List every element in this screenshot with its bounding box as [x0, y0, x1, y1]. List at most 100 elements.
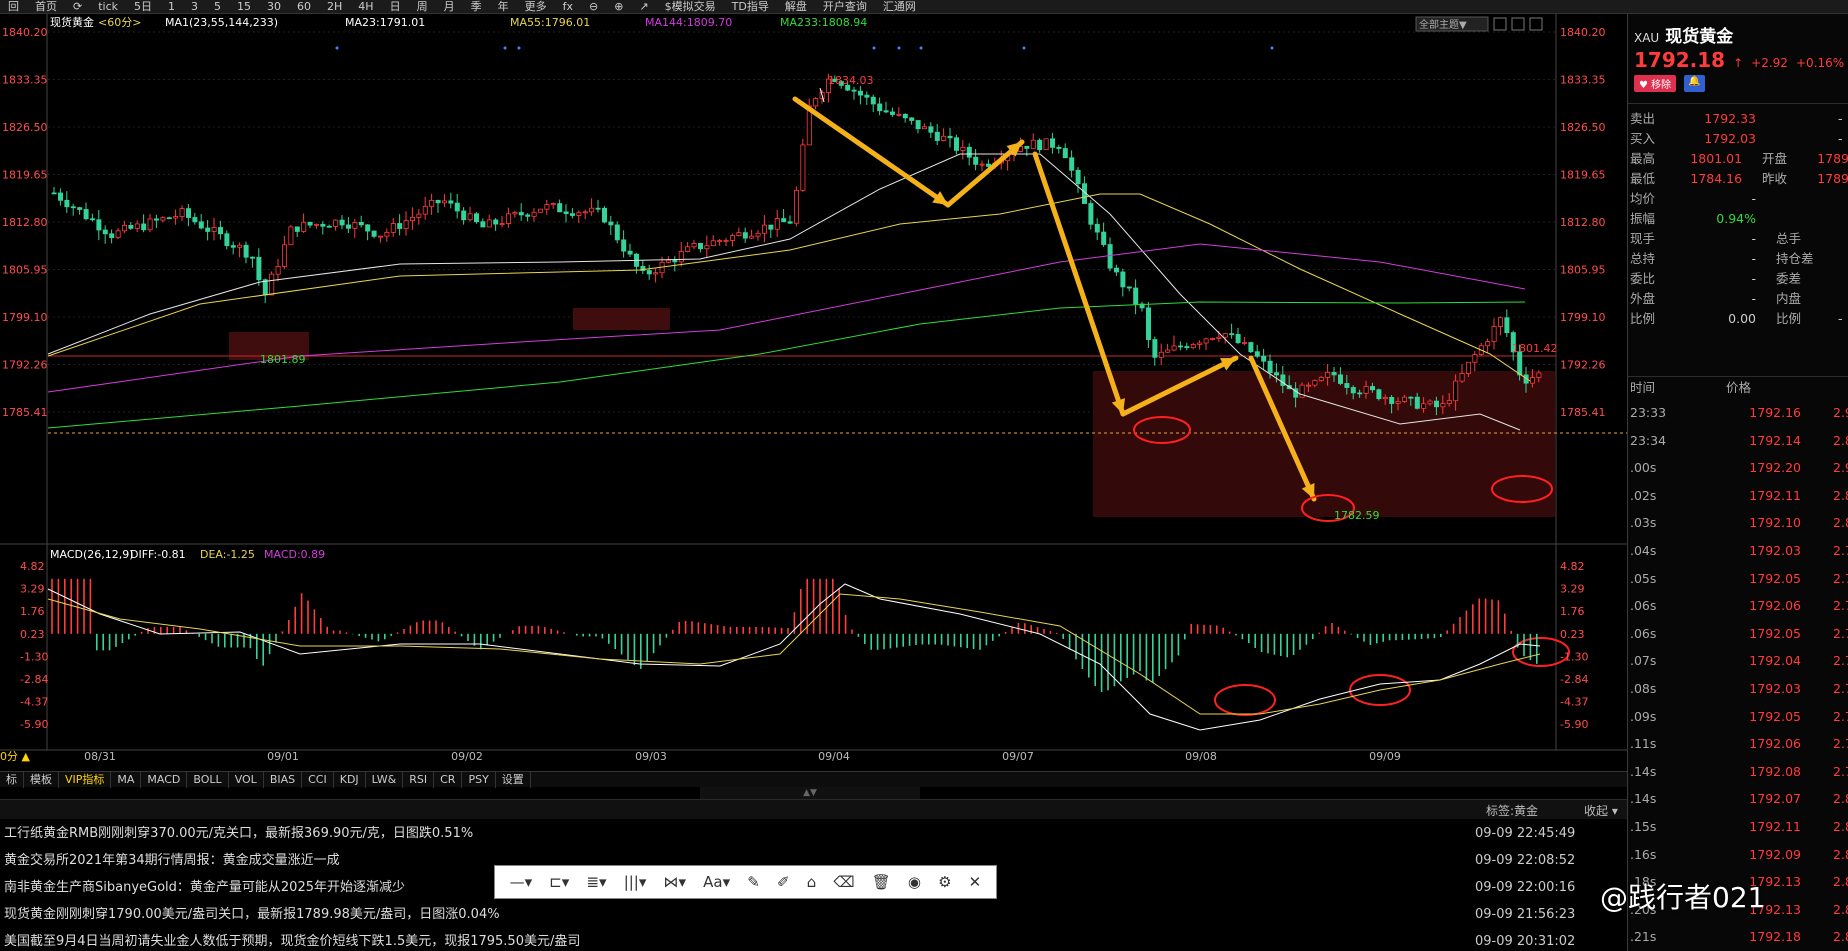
news-text[interactable]: 黄金交易所2021年第34期行情周报：黄金成交量涨近一成 — [4, 847, 340, 874]
toolbar-item-1[interactable]: 首页 — [27, 0, 65, 13]
news-text[interactable]: 南非黄金生产商SibanyeGold：黄金产量可能从2025年开始逐渐减少 — [4, 874, 405, 901]
indicator-tab-11[interactable]: RSI — [403, 771, 435, 788]
tick-price-header: 价格 — [1726, 380, 1752, 395]
news-item[interactable]: 美国截至9月4日当周初请失业金人数低于预期，现货金价短线下跌1.5美元，现报17… — [0, 928, 1627, 951]
tick-time: .02s — [1630, 487, 1657, 503]
macd-tick-left: -2.84 — [20, 673, 48, 686]
toolbar-item-8[interactable]: 15 — [229, 0, 259, 13]
toolbar-item-20[interactable]: ⊖ — [581, 0, 606, 13]
draw-tool-4[interactable]: ⋈▾ — [664, 873, 687, 891]
tick-time: .06s — [1630, 625, 1657, 641]
news-text[interactable]: 现货黄金刚刚刺穿1790.00美元/盎司关口，最新报1789.98美元/盎司，日… — [4, 901, 500, 928]
toolbar-item-11[interactable]: 2H — [319, 0, 350, 13]
toolbar-item-4[interactable]: 5日 — [126, 0, 160, 13]
indicator-tab-14[interactable]: 设置 — [496, 771, 531, 788]
candle-body — [1043, 138, 1049, 151]
period-indicator: 0分 ▲ — [0, 750, 30, 763]
tick-list[interactable]: 23:33 1792.16 2.9 23:34 1792.14 2.8 .00s 1792.2… — [1628, 399, 1848, 951]
macd-tick-left: -4.37 — [20, 696, 48, 709]
draw-tool-5[interactable]: Aa▾ — [703, 873, 730, 891]
indicator-tab-0[interactable]: 标 — [0, 771, 24, 788]
tick-row: .09s 1792.05 2.7 — [1628, 703, 1848, 731]
candle-body — [1427, 400, 1433, 405]
toolbar-item-27[interactable]: 汇通网 — [875, 0, 924, 13]
toolbar-item-10[interactable]: 60 — [289, 0, 319, 13]
draw-tool-6[interactable]: ✎ — [747, 873, 760, 891]
candle-body — [249, 256, 255, 259]
candle-body — [480, 221, 486, 228]
tick-time-header: 时间 — [1630, 380, 1656, 395]
indicator-tab-9[interactable]: KDJ — [334, 771, 366, 788]
news-text[interactable]: 美国截至9月4日当周初请失业金人数低于预期，现货金价短线下跌1.5美元，现报17… — [4, 928, 580, 951]
toolbar-item-17[interactable]: 年 — [490, 0, 517, 13]
indicator-tab-5[interactable]: BOLL — [187, 771, 229, 788]
top-toolbar: 回首页 ⟳ tick 5日 1 3 5 15 30 60 2H 4H 日周月季年更多 fx ⊖ ⊕ ↗ $模拟交易… — [0, 0, 1848, 14]
low-left-label: 1801.89 — [260, 353, 306, 366]
alert-button[interactable]: 🔔 — [1684, 75, 1705, 92]
toolbar-item-3[interactable]: tick — [90, 0, 126, 13]
indicator-tab-8[interactable]: CCI — [302, 771, 334, 788]
price-chart[interactable]: 1840.20 1840.20 1833.35 1833.35 1826.50 1826.… — [0, 14, 1627, 771]
draw-tool-10[interactable]: 🗑 — [872, 873, 891, 891]
toolbar-item-19[interactable]: fx — [555, 0, 581, 13]
toolbar-item-2[interactable]: ⟳ — [65, 0, 90, 13]
draw-tool-12[interactable]: ⚙ — [938, 873, 951, 891]
news-item[interactable]: 工行纸黄金RMB刚刚刺穿370.00元/克关口，最新报369.90元/克，日图跌… — [0, 820, 1627, 847]
news-item[interactable]: 现货黄金刚刚刺穿1790.00美元/盎司关口，最新报1789.98美元/盎司，日… — [0, 901, 1627, 928]
candle-body — [1389, 396, 1395, 404]
candle-body — [109, 233, 115, 239]
toolbar-item-13[interactable]: 日 — [382, 0, 409, 13]
price-change-pct: +0.16% — [1795, 56, 1845, 70]
toolbar-item-7[interactable]: 5 — [206, 0, 229, 13]
toolbar-item-24[interactable]: TD指导 — [724, 0, 777, 13]
indicator-tab-1[interactable]: 模板 — [24, 771, 59, 788]
toolbar-item-9[interactable]: 30 — [259, 0, 289, 13]
date-tick: 09/01 — [267, 750, 299, 763]
toolbar-item-0[interactable]: 回 — [0, 0, 27, 13]
remove-watch-button[interactable]: ♥ 移除 — [1634, 75, 1677, 92]
quote-row: 现手 - 总手 — [1628, 229, 1848, 249]
toolbar-item-14[interactable]: 周 — [409, 0, 436, 13]
candle-body — [320, 223, 326, 227]
panel-resize-handle[interactable]: ▲▼ — [700, 787, 920, 799]
quote-label-2 — [1756, 129, 1838, 149]
draw-tool-8[interactable]: ⌂ — [807, 873, 817, 891]
toolbar-item-23[interactable]: $模拟交易 — [657, 0, 724, 13]
remove-label: 移除 — [1651, 80, 1672, 91]
news-collapse-button[interactable]: 收起 ▾ — [1584, 802, 1618, 819]
draw-tool-7[interactable]: ✐ — [777, 873, 790, 891]
indicator-tab-13[interactable]: PSY — [462, 771, 496, 788]
indicator-tab-12[interactable]: CR — [434, 771, 463, 788]
indicator-tab-4[interactable]: MACD — [141, 771, 188, 788]
indicator-tab-6[interactable]: VOL — [229, 771, 264, 788]
draw-tool-3[interactable]: |||▾ — [624, 873, 647, 891]
quote-value: 1801.01 — [1690, 151, 1743, 166]
toolbar-item-26[interactable]: 开户查询 — [815, 0, 875, 13]
candle-body — [1242, 342, 1248, 344]
draw-tool-1[interactable]: ⊏▾ — [549, 873, 569, 891]
draw-tool-0[interactable]: —▾ — [510, 873, 533, 891]
draw-tool-13[interactable]: ✕ — [969, 873, 982, 891]
toolbar-item-22[interactable]: ↗ — [631, 0, 656, 13]
candle-body — [1114, 267, 1120, 273]
indicator-tab-3[interactable]: MA — [111, 771, 142, 788]
news-text[interactable]: 工行纸黄金RMB刚刚刺穿370.00元/克关口，最新报369.90元/克，日图跌… — [4, 820, 473, 847]
candle-body — [403, 220, 409, 229]
toolbar-item-18[interactable]: 更多 — [517, 0, 555, 13]
indicator-tab-2[interactable]: VIP指标 — [59, 771, 112, 788]
toolbar-item-12[interactable]: 4H — [350, 0, 381, 13]
toolbar-item-21[interactable]: ⊕ — [606, 0, 631, 13]
toolbar-item-6[interactable]: 3 — [183, 0, 206, 13]
ma-legend-item: MA1(23,55,144,233) — [165, 16, 278, 29]
draw-tool-9[interactable]: ⌫ — [833, 873, 854, 891]
toolbar-item-25[interactable]: 解盘 — [777, 0, 815, 13]
toolbar-item-16[interactable]: 季 — [463, 0, 490, 13]
toolbar-item-5[interactable]: 1 — [160, 0, 183, 13]
indicator-tab-7[interactable]: BIAS — [264, 771, 303, 788]
y-tick-left: 1826.50 — [2, 121, 48, 134]
toolbar-item-15[interactable]: 月 — [436, 0, 463, 13]
quote-row: 外盘 - 内盘 — [1628, 289, 1848, 309]
indicator-tab-10[interactable]: LW& — [366, 771, 404, 788]
draw-tool-11[interactable]: ◉ — [908, 873, 921, 891]
draw-tool-2[interactable]: ≣▾ — [586, 873, 606, 891]
